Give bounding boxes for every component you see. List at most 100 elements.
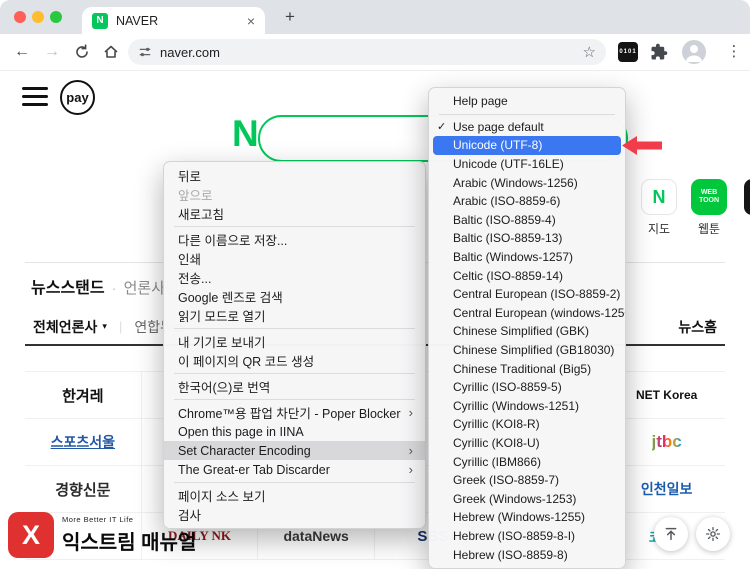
submenu-arrow-icon xyxy=(409,462,413,477)
watermark-brand: 익스트림 매뉴얼 xyxy=(62,532,197,554)
submenu-arrow-icon xyxy=(409,405,413,420)
newsstand-title[interactable]: 뉴스스탠드 xyxy=(31,274,105,298)
menu-item-save-as[interactable]: 다른 이름으로 저장... xyxy=(164,230,425,249)
menu-item-forward: 앞으로 xyxy=(178,189,213,203)
menu-item-encoding-option[interactable]: Arabic (ISO-8859-6) xyxy=(429,192,625,211)
site-settings-icon[interactable] xyxy=(138,45,152,59)
address-bar[interactable]: naver.com xyxy=(128,39,606,65)
shortcut-webtoon[interactable]: WEB TOON 웹툰 xyxy=(687,179,731,237)
menu-item-translate-korean[interactable]: 한국어(으)로 번역 xyxy=(164,377,425,396)
menu-separator xyxy=(174,226,415,227)
menu-item-tab-discarder[interactable]: er The Great-er Tab Discarder xyxy=(164,460,425,479)
menu-item-encoding-option[interactable]: Cyrillic (ISO-8859-5) xyxy=(429,378,625,397)
minimize-window-icon[interactable] xyxy=(32,11,44,23)
map-icon: N xyxy=(641,179,677,215)
menu-item-encoding-option[interactable]: Baltic (ISO-8859-4) xyxy=(429,211,625,230)
url-text: naver.com xyxy=(160,44,220,60)
menu-item-encoding-option[interactable]: Cyrillic (IBM866) xyxy=(429,452,625,471)
menu-item-create-qr-code[interactable]: 이 페이지의 QR 코드 생성 xyxy=(164,351,425,370)
menu-separator xyxy=(174,399,415,400)
hamburger-menu-icon[interactable] xyxy=(22,87,48,111)
menu-item-send-to-devices[interactable]: 내 기기로 보내기 xyxy=(164,332,425,351)
menu-item-encoding-option[interactable]: Cyrillic (KOI8-R) xyxy=(429,415,625,434)
menu-item-cast[interactable]: 전송... xyxy=(164,268,425,287)
menu-item-encoding-option[interactable]: Unicode (UTF-16LE) xyxy=(429,155,625,174)
gear-icon xyxy=(706,527,720,541)
annotation-arrow-icon xyxy=(622,136,662,155)
menu-item-encoding-option[interactable]: Chinese Simplified (GBK) xyxy=(429,322,625,341)
menu-item-poper-blocker[interactable]: Chrome™용 팝업 차단기 - Poper Blocker xyxy=(164,403,425,422)
naver-pay-badge[interactable]: pay xyxy=(60,80,95,115)
context-menu: 뒤로 앞으로 새로고침 다른 이름으로 저장... 인쇄 전송... Googl… xyxy=(163,161,426,529)
tab-title: NAVER xyxy=(116,13,159,28)
xtreme-manual-logo-icon: X xyxy=(8,512,54,558)
menu-separator xyxy=(439,113,615,115)
press-logo-cell[interactable]: 스포츠서울 xyxy=(25,419,142,466)
tab-divider: | xyxy=(118,319,123,334)
menu-item-print[interactable]: 인쇄 xyxy=(164,249,425,268)
menu-item-encoding-option[interactable]: Hebrew (Windows-1255) xyxy=(429,508,625,527)
menu-item-back[interactable]: 뒤로 xyxy=(164,166,425,185)
scroll-to-top-button[interactable] xyxy=(654,517,688,551)
menu-item-encoding-option[interactable]: Greek (ISO-8859-7) xyxy=(429,471,625,490)
menu-item-unicode-utf8[interactable]: Unicode (UTF-8) xyxy=(433,136,621,155)
press-logo-cell[interactable]: 경향신문 xyxy=(25,466,142,513)
browser-window: N NAVER ← → naver.com xyxy=(0,0,750,569)
character-encoding-extension-icon[interactable] xyxy=(618,42,638,62)
maximize-window-icon[interactable] xyxy=(50,11,62,23)
arrow-up-icon xyxy=(665,527,677,541)
press-logo-cell[interactable]: 한겨레 xyxy=(25,372,142,419)
naver-favicon-icon: N xyxy=(92,12,108,29)
menu-item-encoding-option[interactable]: Hebrew (ISO-8859-8) xyxy=(429,545,625,564)
naver-logo: N xyxy=(232,113,259,154)
menu-item-encoding-option[interactable]: Chinese Traditional (Big5) xyxy=(429,359,625,378)
character-encoding-submenu: Help page Use page default Unicode (UTF-… xyxy=(428,87,626,569)
chevron-down-icon: ▾ xyxy=(102,321,107,331)
menu-item-set-character-encoding[interactable]: 01 Set Character Encoding xyxy=(164,441,425,460)
menu-item-encoding-option[interactable]: Chinese Simplified (GB18030) xyxy=(429,341,625,360)
check-icon xyxy=(437,120,451,133)
menu-item-reading-mode[interactable]: 읽기 모드로 열기 xyxy=(164,306,425,325)
menu-item-encoding-option[interactable]: Greek (Windows-1253) xyxy=(429,489,625,508)
reload-icon[interactable] xyxy=(72,42,92,62)
menu-item-encoding-option[interactable]: Central European (windows-1250) xyxy=(429,304,625,323)
browser-menu-icon[interactable] xyxy=(726,42,742,62)
press-filter-dropdown[interactable]: 전체언론사 ▾ xyxy=(33,317,107,337)
partial-shortcut-icon xyxy=(744,179,750,215)
menu-item-view-source[interactable]: 페이지 소스 보기 xyxy=(164,486,425,505)
home-icon[interactable] xyxy=(101,42,121,62)
menu-item-encoding-option[interactable]: Arabic (Windows-1256) xyxy=(429,173,625,192)
browser-toolbar: ← → naver.com xyxy=(0,34,750,71)
menu-item-encoding-option[interactable]: Hebrew (ISO-8859-8-I) xyxy=(429,527,625,546)
menu-item-encoding-option[interactable]: Baltic (ISO-8859-13) xyxy=(429,229,625,248)
menu-item-encoding-option[interactable]: Baltic (Windows-1257) xyxy=(429,248,625,267)
profile-avatar[interactable] xyxy=(682,40,706,64)
browser-tab[interactable]: N NAVER xyxy=(82,7,265,34)
tab-close-icon[interactable] xyxy=(247,14,255,28)
menu-separator xyxy=(174,373,415,374)
webtoon-icon: WEB TOON xyxy=(691,179,727,215)
menu-item-encoding-option[interactable]: Central European (ISO-8859-2) xyxy=(429,285,625,304)
close-window-icon[interactable] xyxy=(14,11,26,23)
menu-item-google-lens[interactable]: Google 렌즈로 검색 xyxy=(164,287,425,306)
menu-item-open-in-iina[interactable]: Open this page in IINA xyxy=(164,422,425,441)
back-icon[interactable]: ← xyxy=(12,42,32,62)
menu-item-help-page[interactable]: Help page xyxy=(429,92,625,111)
forward-icon: → xyxy=(44,43,60,60)
menu-separator xyxy=(174,482,415,483)
shortcut-map[interactable]: N 지도 xyxy=(637,179,681,237)
menu-item-encoding-option[interactable]: Celtic (ISO-8859-14) xyxy=(429,266,625,285)
menu-item-reload[interactable]: 새로고침 xyxy=(164,204,425,223)
tab-strip: N NAVER xyxy=(0,0,750,34)
settings-button[interactable] xyxy=(696,517,730,551)
menu-item-inspect[interactable]: 검사 xyxy=(164,505,425,524)
menu-item-use-page-default[interactable]: Use page default xyxy=(429,118,625,137)
menu-item-encoding-option[interactable]: Cyrillic (KOI8-U) xyxy=(429,434,625,453)
bookmark-star-icon[interactable] xyxy=(583,45,596,60)
menu-separator xyxy=(174,328,415,329)
new-tab-button[interactable] xyxy=(281,8,299,26)
submenu-arrow-icon xyxy=(409,443,413,458)
tab-news-home[interactable]: 뉴스홈 xyxy=(678,317,717,337)
extensions-puzzle-icon[interactable] xyxy=(650,43,668,61)
menu-item-encoding-option[interactable]: Cyrillic (Windows-1251) xyxy=(429,397,625,416)
